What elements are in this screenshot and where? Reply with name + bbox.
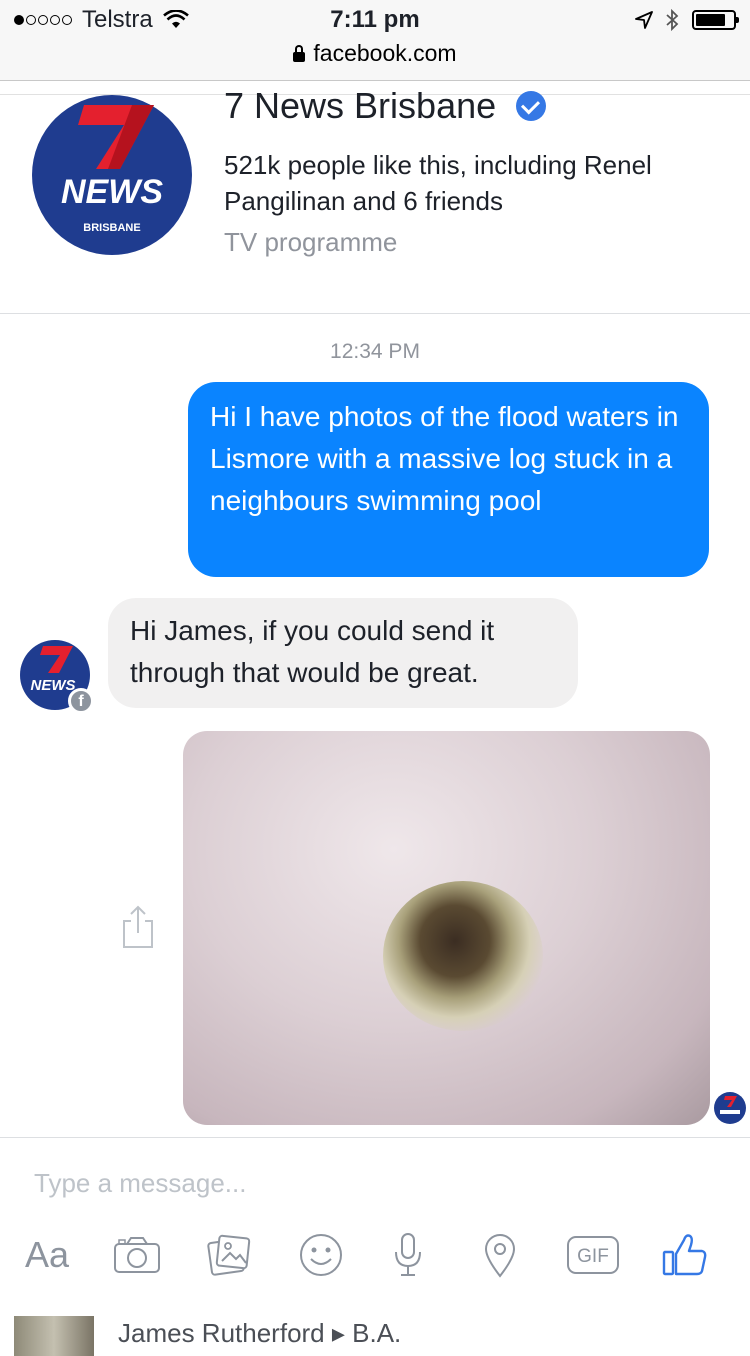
seen-indicator-avatar (714, 1092, 746, 1124)
gif-label: GIF (577, 1246, 609, 1267)
lock-icon (293, 45, 306, 62)
incoming-message[interactable]: Hi James, if you could send it through t… (108, 598, 578, 708)
address-bar[interactable]: facebook.com (0, 40, 750, 67)
page-likes-text: 521k people like this, including Renel P… (224, 150, 652, 216)
gallery-icon[interactable] (204, 1230, 254, 1280)
status-right (634, 8, 739, 32)
camera-icon[interactable] (112, 1230, 162, 1280)
photo-content (383, 881, 543, 1031)
feed-peek-thumbnail (14, 1316, 94, 1356)
verified-badge-icon (516, 91, 547, 121)
avatar-news-text: NEWS (31, 677, 76, 694)
page-category: TV programme (224, 227, 398, 257)
page-title[interactable]: 7 News Brisbane (224, 85, 547, 127)
logo-news-text: NEWS (61, 173, 163, 211)
like-icon[interactable] (660, 1230, 710, 1280)
battery-icon (692, 10, 739, 30)
location-icon[interactable] (480, 1230, 520, 1280)
outgoing-message[interactable]: Hi I have photos of the flood waters in … (188, 382, 709, 577)
browser-top-bar: Telstra 7:11 pm facebook.com (0, 0, 750, 81)
message-timestamp: 12:34 PM (330, 340, 420, 363)
message-composer: Aa GIF James Rutherford ▸ B.A. (0, 1137, 750, 1356)
text-format-label: Aa (24, 1234, 70, 1275)
emoji-icon[interactable] (296, 1230, 346, 1280)
location-arrow-icon (635, 11, 653, 29)
page-title-text: 7 News Brisbane (224, 85, 497, 126)
gif-icon[interactable]: GIF (566, 1230, 620, 1280)
message-input[interactable] (34, 1168, 714, 1199)
feed-peek-row: James Rutherford ▸ B.A. (14, 1316, 750, 1356)
facebook-badge-icon: f (68, 688, 94, 714)
shared-photo[interactable] (183, 731, 710, 1125)
text-format-icon[interactable]: Aa (20, 1230, 74, 1280)
composer-toolbar: Aa GIF (20, 1230, 720, 1280)
bluetooth-icon (666, 8, 679, 32)
logo-sub-text: BRISBANE (83, 222, 140, 234)
page-logo[interactable]: NEWS BRISBANE (32, 95, 192, 255)
microphone-icon[interactable] (388, 1230, 428, 1280)
page-header-card: NEWS BRISBANE 7 News Brisbane 521k peopl… (0, 85, 750, 314)
url-text: facebook.com (313, 40, 457, 66)
share-icon[interactable] (120, 905, 156, 949)
